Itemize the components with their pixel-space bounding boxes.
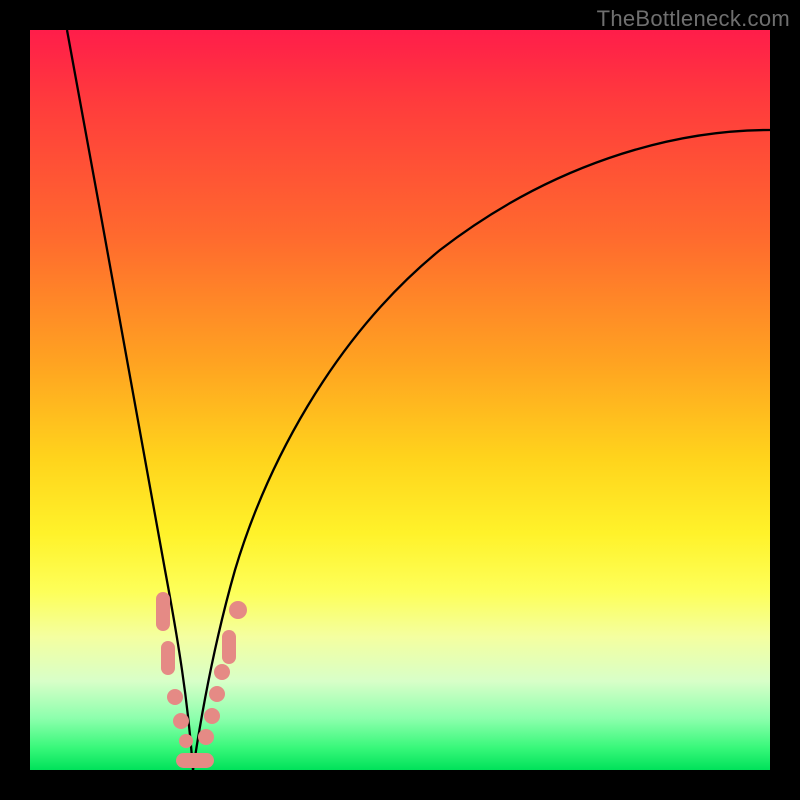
marker-dot <box>167 689 183 705</box>
marker-capsule <box>176 753 214 768</box>
marker-capsule <box>156 592 170 631</box>
curves-layer <box>30 30 770 770</box>
marker-dot <box>179 734 193 748</box>
chart-frame: TheBottleneck.com <box>0 0 800 800</box>
marker-capsule <box>222 630 236 664</box>
marker-dot <box>209 686 225 702</box>
marker-dot <box>214 664 230 680</box>
marker-dot <box>198 729 214 745</box>
plot-area <box>30 30 770 770</box>
watermark-text: TheBottleneck.com <box>597 6 790 32</box>
marker-dot <box>229 601 247 619</box>
marker-dot <box>173 713 189 729</box>
curve-right-branch <box>193 130 770 770</box>
marker-dot <box>204 708 220 724</box>
marker-capsule <box>161 641 175 675</box>
